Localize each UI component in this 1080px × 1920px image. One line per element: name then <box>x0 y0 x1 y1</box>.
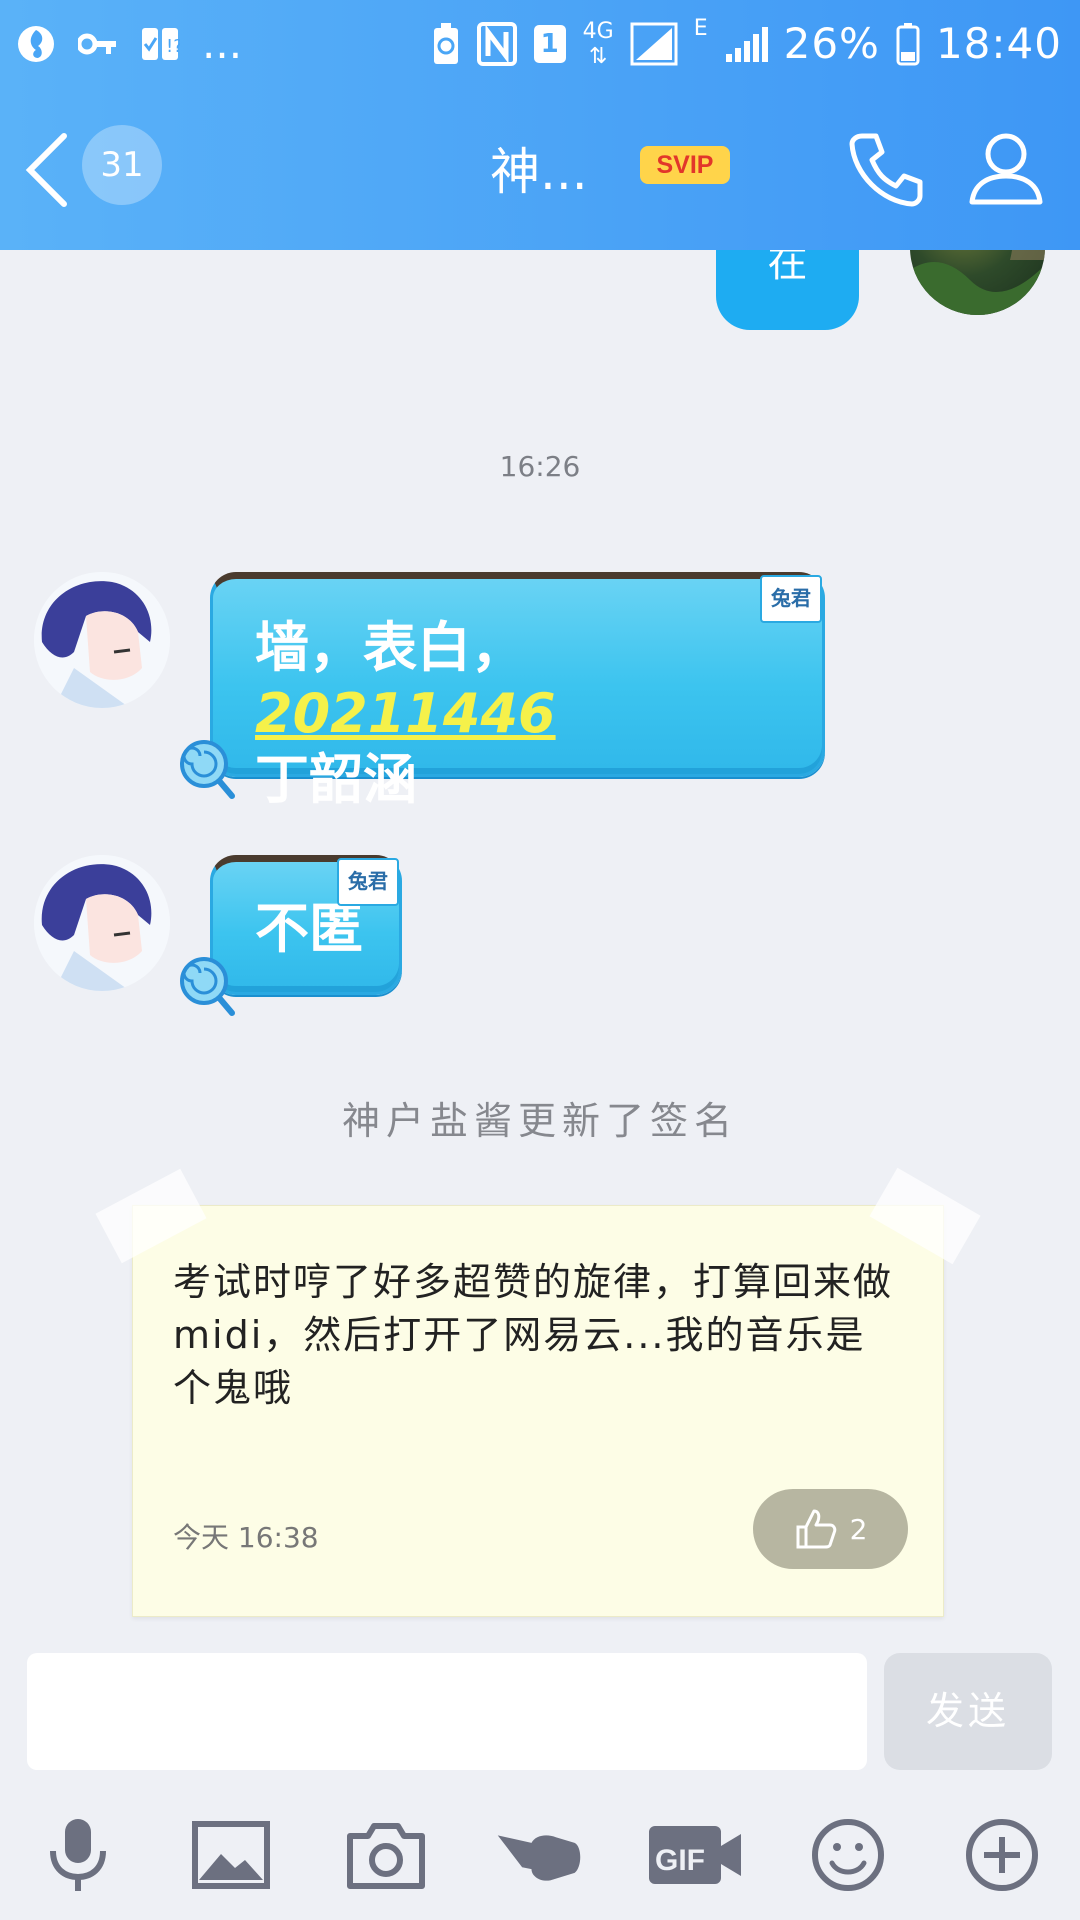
send-button[interactable]: 发送 <box>884 1653 1052 1770</box>
key-icon <box>78 30 118 58</box>
back-button[interactable] <box>22 130 72 210</box>
poke-button[interactable] <box>494 1810 584 1900</box>
status-bar: !? ... 1 4G ⇅ E <box>0 0 1080 88</box>
message-list[interactable]: 在 16:26 墙，表白，20211446 丁韶涵 兔君 不匿 兔君 神户盐酱更… <box>0 250 1080 1645</box>
task-icon: !? <box>140 24 180 64</box>
tape-decoration <box>869 1167 981 1265</box>
input-toolbar: GIF <box>0 1800 1080 1910</box>
app-notification-icon <box>16 22 56 66</box>
contact-avatar[interactable] <box>34 855 170 991</box>
nfc-icon <box>476 22 517 66</box>
signal-icon-secondary <box>724 24 768 64</box>
chat-header: !? ... 1 4G ⇅ E <box>0 0 1080 250</box>
tape-decoration <box>95 1168 207 1264</box>
battery-percent: 26% <box>783 19 880 68</box>
clock: 18:40 <box>935 19 1062 68</box>
bubble-tag: 兔君 <box>337 858 399 906</box>
camera-button[interactable] <box>341 1810 431 1900</box>
unread-count-badge[interactable]: 31 <box>82 125 162 205</box>
timestamp: 16:26 <box>499 450 581 483</box>
network-type: 4G ⇅ <box>583 19 614 69</box>
network-label: 4G <box>582 19 614 44</box>
svip-badge: SVIP <box>640 146 730 184</box>
mic-icon <box>50 1819 106 1891</box>
poke-icon <box>497 1835 581 1881</box>
input-area: 发送 <box>0 1650 1080 1770</box>
signature-date: 今天 16:38 <box>173 1521 319 1554</box>
system-notice: 神户盐酱更新了签名 <box>341 1099 738 1143</box>
image-icon <box>192 1821 270 1889</box>
voice-button[interactable] <box>33 1810 123 1900</box>
contact-avatar[interactable] <box>34 572 170 708</box>
message-text-line2: 丁韶涵 <box>255 748 417 811</box>
gif-button[interactable]: GIF <box>645 1810 745 1900</box>
message-content: 墙，表白，20211446 丁韶涵 <box>255 615 795 813</box>
like-button[interactable]: 2 <box>753 1489 908 1569</box>
my-avatar[interactable] <box>910 250 1045 315</box>
message-input[interactable] <box>27 1653 867 1770</box>
bubble-tag: 兔君 <box>760 575 822 623</box>
signal-icon-primary <box>630 22 678 66</box>
camera-icon <box>347 1823 425 1889</box>
battery-icon <box>896 22 920 66</box>
chat-title[interactable]: 神... <box>490 132 588 204</box>
outgoing-message-bubble[interactable]: 在 <box>716 250 859 330</box>
status-overflow: ... <box>202 19 243 68</box>
message-text: 在 <box>767 250 808 286</box>
thumbs-up-icon <box>796 1509 836 1549</box>
sim-slot-icon: 1 <box>533 24 567 64</box>
number-link[interactable]: 20211446 <box>255 682 556 745</box>
call-button[interactable] <box>848 128 928 208</box>
incoming-message-bubble[interactable]: 墙，表白，20211446 丁韶涵 兔君 <box>210 572 825 811</box>
sim-slot-number: 1 <box>540 29 559 59</box>
more-button[interactable] <box>957 1810 1047 1900</box>
image-button[interactable] <box>186 1810 276 1900</box>
gif-icon: GIF <box>649 1826 741 1884</box>
phone-icon <box>849 133 923 207</box>
emoji-button[interactable] <box>803 1810 893 1900</box>
signature-card[interactable]: 考试时哼了好多超赞的旋律，打算回来做midi，然后打开了网易云...我的音乐是个… <box>95 1167 981 1617</box>
network-arrows-icon: ⇅ <box>588 44 608 69</box>
like-count: 2 <box>849 1512 868 1546</box>
emoji-icon <box>812 1819 884 1891</box>
avatar-image <box>910 250 1045 315</box>
svg-text:GIF: GIF <box>655 1844 705 1877</box>
nav-bar: 31 神... SVIP <box>0 110 1080 230</box>
profile-button[interactable] <box>966 128 1046 208</box>
battery-saver-icon <box>431 22 461 66</box>
person-icon <box>969 133 1043 205</box>
network-e-label: E <box>693 16 708 41</box>
anime-avatar-image <box>34 572 170 708</box>
plus-icon <box>966 1819 1038 1891</box>
message-text: 墙，表白， <box>255 616 525 679</box>
lollipop-icon <box>180 957 235 1016</box>
back-arrow-icon <box>25 133 67 207</box>
lollipop-icon <box>180 740 235 799</box>
svg-text:!?: !? <box>166 36 180 57</box>
anime-avatar-image <box>34 855 170 991</box>
signature-text: 考试时哼了好多超赞的旋律，打算回来做midi，然后打开了网易云...我的音乐是个… <box>173 1260 894 1410</box>
